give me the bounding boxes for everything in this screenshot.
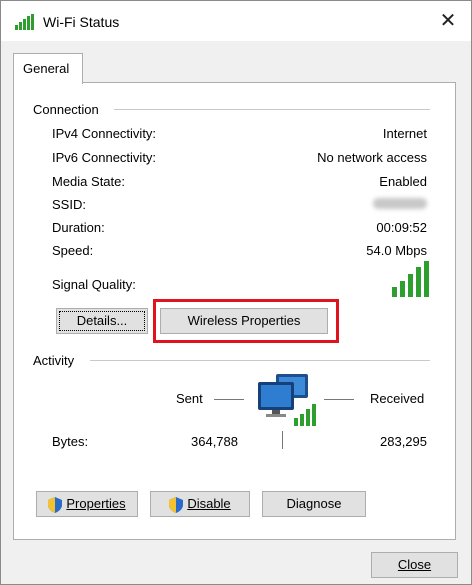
connection-heading: Connection (33, 102, 105, 117)
duration-value: 00:09:52 (376, 220, 427, 235)
ssid-value-redacted (371, 196, 427, 210)
tab-general-label: General (23, 61, 70, 76)
duration-label: Duration: (52, 220, 105, 235)
activity-heading: Activity (33, 353, 81, 368)
bytes-received-value: 283,295 (380, 434, 427, 449)
ipv4-value: Internet (382, 126, 427, 141)
ipv6-label: IPv6 Connectivity: (52, 150, 157, 165)
ssid-label: SSID: (52, 197, 86, 212)
connection-divider (114, 109, 430, 110)
signal-bars-icon (392, 261, 429, 297)
properties-label: Properties (66, 496, 126, 511)
properties-button[interactable]: Properties (36, 491, 138, 517)
disable-label: Disable (187, 496, 231, 511)
window-title: Wi-Fi Status (43, 14, 120, 30)
highlight-box (153, 299, 339, 343)
details-button[interactable]: Details... (56, 308, 148, 334)
speed-value: 54.0 Mbps (366, 243, 427, 258)
sent-label: Sent (176, 391, 203, 406)
received-label: Received (370, 391, 425, 406)
disable-button[interactable]: Disable (150, 491, 250, 517)
ipv6-value: No network access (317, 150, 427, 165)
close-label: Close (397, 557, 432, 572)
activity-divider (90, 360, 430, 361)
close-icon[interactable]: ✕ (437, 9, 459, 33)
ipv4-label: IPv4 Connectivity: (52, 126, 157, 141)
close-button[interactable]: Close (371, 552, 458, 578)
wifi-signal-icon (15, 14, 34, 30)
uac-shield-icon (48, 496, 63, 513)
diagnose-button[interactable]: Diagnose (262, 491, 366, 517)
media-state-label: Media State: (52, 174, 125, 189)
activity-separator (282, 431, 283, 449)
speed-label: Speed: (52, 243, 94, 258)
bytes-label: Bytes: (52, 434, 89, 449)
received-line (324, 399, 354, 400)
general-tab-panel: Connection IPv4 Connectivity: Internet I… (13, 82, 456, 540)
tab-general[interactable]: General (13, 53, 83, 84)
wifi-status-window: Wi-Fi Status ✕ General Connection IPv4 C… (0, 0, 472, 585)
uac-shield-icon (169, 496, 184, 513)
media-state-value: Enabled (379, 174, 427, 189)
title-bar: Wi-Fi Status ✕ (1, 1, 471, 41)
network-computers-icon (258, 374, 316, 426)
bytes-sent-value: 364,788 (191, 434, 238, 449)
sent-line (214, 399, 244, 400)
signal-quality-label: Signal Quality: (52, 277, 136, 292)
